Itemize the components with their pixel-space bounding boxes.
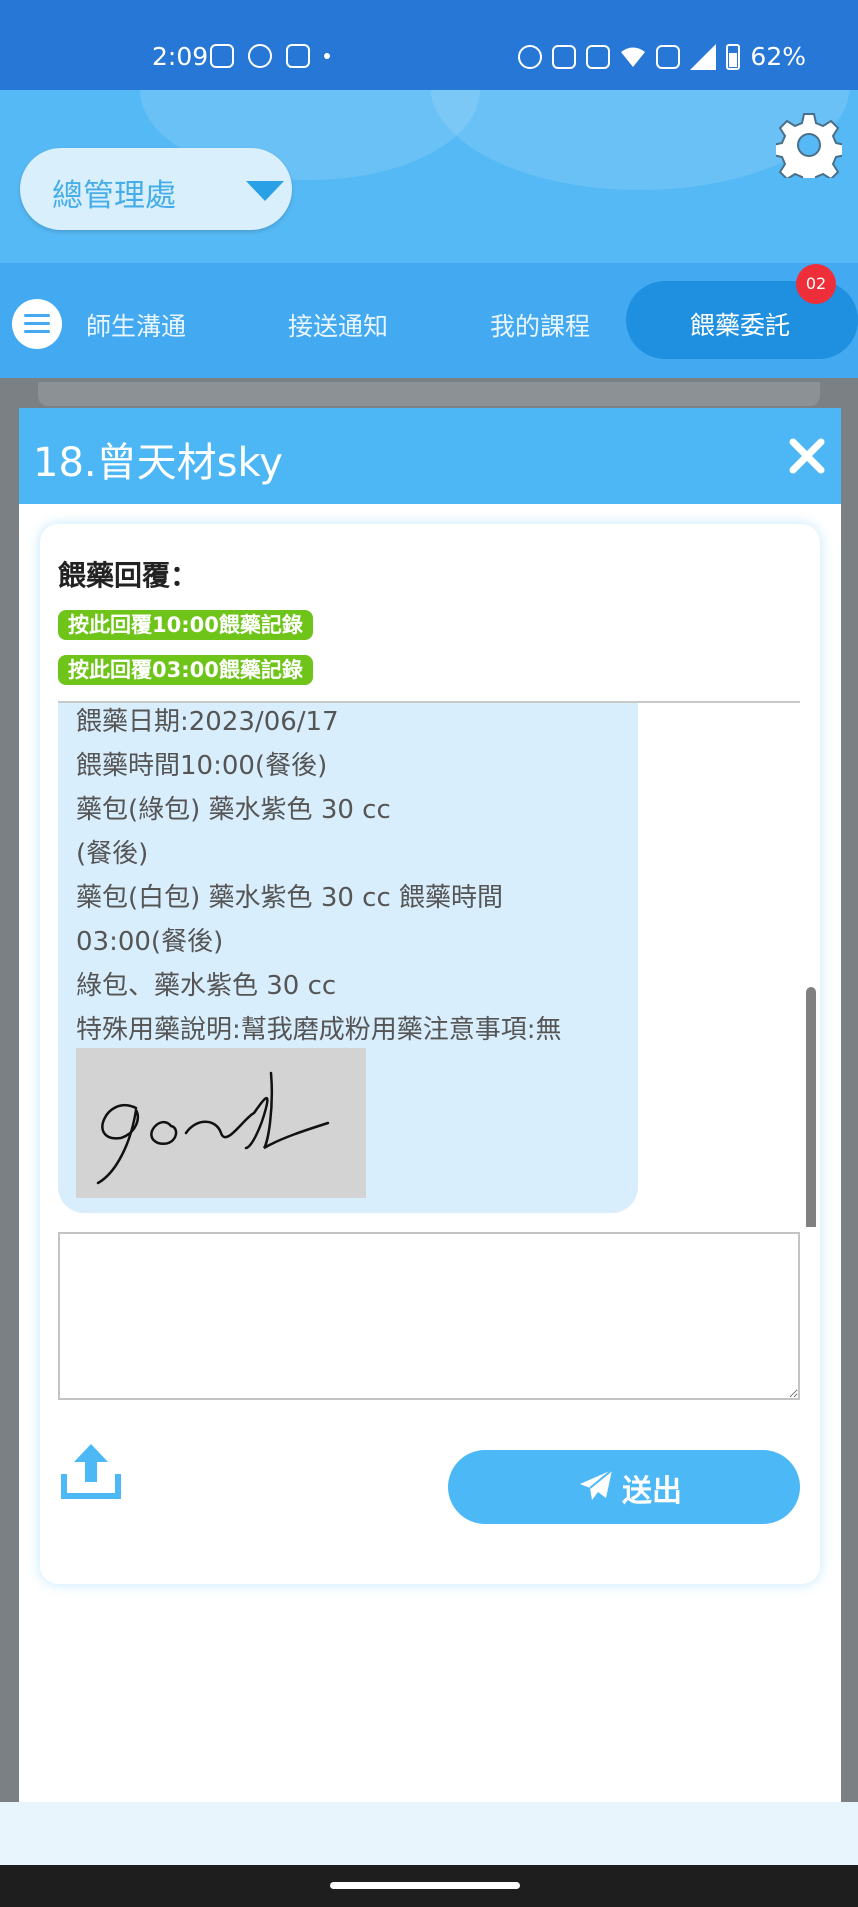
status-bar: 2:09 62% — [0, 0, 858, 90]
alarm-icon — [518, 44, 543, 69]
menu-button[interactable] — [12, 299, 62, 349]
tab-bar: 師生溝通 接送通知 我的課程 餵藥委託 — [0, 263, 858, 378]
close-icon[interactable] — [787, 436, 827, 476]
signal-icon — [690, 43, 717, 70]
menu-icon — [24, 314, 50, 317]
tab-medication-label: 餵藥委託 — [690, 311, 791, 340]
reply-1000-button[interactable]: 按此回覆10:00餵藥記錄 — [58, 610, 313, 640]
modal-header: 18.曾天材sky — [19, 408, 841, 504]
vibrate-icon — [586, 44, 611, 69]
bottom-area — [0, 1802, 858, 1865]
notification-badge: 02 — [796, 264, 836, 304]
message-line: 餵藥時間10:00(餐後) — [76, 751, 328, 781]
message-line: 藥包(綠包) 藥水紫色 30 cc — [76, 795, 391, 825]
paper-plane-icon — [580, 1469, 613, 1500]
message-line: 03:00(餐後) — [76, 927, 224, 957]
send-button-label: 送出 — [622, 1474, 682, 1509]
reply-0300-button[interactable]: 按此回覆03:00餵藥記錄 — [58, 655, 313, 685]
medication-modal: 18.曾天材sky 餵藥回覆： 按此回覆10:00餵藥記錄 按此回覆03:00餵… — [19, 408, 841, 1802]
line-icon — [248, 44, 272, 68]
notification-dot-icon — [324, 53, 330, 59]
branch-dropdown-label: 總管理處 — [52, 178, 176, 214]
home-indicator[interactable] — [330, 1882, 520, 1889]
reply-textarea[interactable] — [58, 1232, 800, 1400]
message-line: 特殊用藥說明:幫我磨成粉用藥注意事項:無 — [76, 1015, 562, 1045]
wifi-icon — [621, 47, 646, 67]
signature-drawing — [96, 1071, 330, 1185]
message-scrollbar[interactable] — [806, 987, 816, 1227]
tab-pickup-notice[interactable]: 接送通知 — [288, 307, 388, 343]
message-bubble: 餵藥日期:2023/06/17 餵藥時間10:00(餐後) 藥包(綠包) 藥水紫… — [58, 703, 638, 1213]
reply-title: 餵藥回覆： — [58, 559, 199, 592]
branch-dropdown[interactable]: 總管理處 — [20, 148, 292, 230]
lte-icon — [656, 44, 681, 69]
message-line: 綠包、藥水紫色 30 cc — [76, 971, 337, 1001]
volte-icon — [552, 44, 577, 69]
app-header: 總管理處 — [0, 90, 858, 263]
instagram-icon — [210, 44, 234, 68]
gear-icon[interactable] — [776, 112, 842, 178]
message-line: (餐後) — [76, 839, 149, 869]
send-button[interactable]: 送出 — [448, 1450, 800, 1524]
battery-icon — [726, 43, 741, 70]
caret-down-icon — [246, 181, 284, 201]
battery-level: 62% — [750, 42, 806, 71]
message-line: 藥包(白包) 藥水紫色 30 cc 餵藥時間 — [76, 883, 504, 913]
status-icons-right: 62% — [518, 42, 806, 71]
upload-icon[interactable] — [58, 1438, 124, 1504]
status-time: 2:09 — [152, 42, 209, 71]
message-line: 餵藥日期:2023/06/17 — [76, 707, 339, 737]
message-list[interactable]: 餵藥日期:2023/06/17 餵藥時間10:00(餐後) 藥包(綠包) 藥水紫… — [40, 703, 820, 1227]
signature-image — [76, 1048, 366, 1198]
gallery-icon — [286, 44, 310, 68]
tab-my-courses[interactable]: 我的課程 — [490, 307, 590, 343]
status-icons-left — [210, 44, 330, 68]
reply-card: 餵藥回覆： 按此回覆10:00餵藥記錄 按此回覆03:00餵藥記錄 餵藥日期:2… — [40, 524, 820, 1584]
modal-title: 18.曾天材sky — [33, 440, 283, 486]
tab-teacher-communication[interactable]: 師生溝通 — [86, 307, 186, 343]
